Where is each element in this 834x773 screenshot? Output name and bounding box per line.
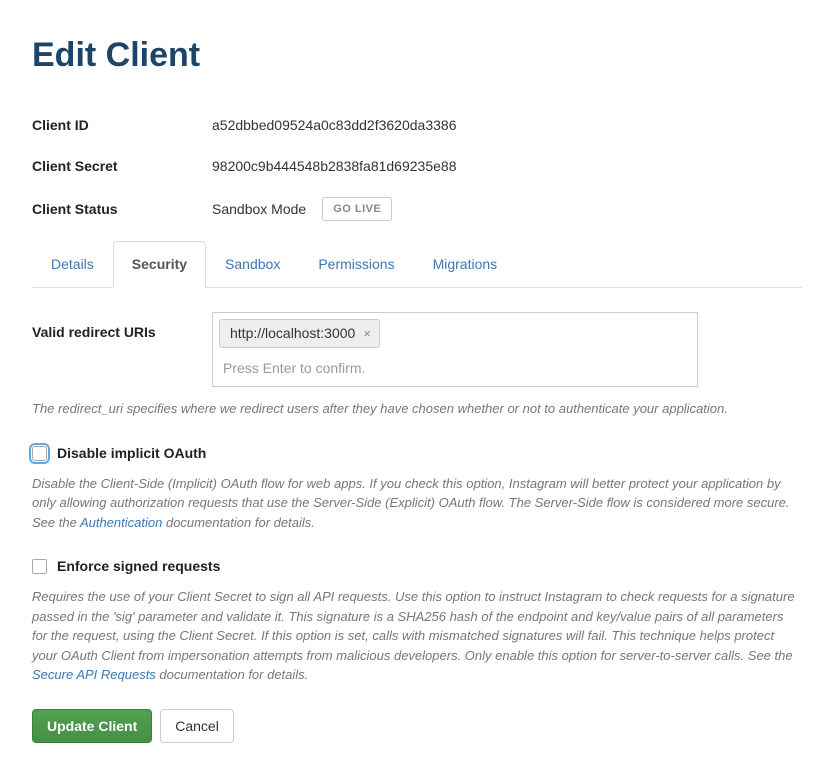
disable-oauth-help-text: Disable the Client-Side (Implicit) OAuth… xyxy=(32,474,802,533)
client-secret-value: 98200c9b444548b2838fa81d69235e88 xyxy=(212,156,456,177)
redirect-uri-tag: http://localhost:3000 × xyxy=(219,319,380,348)
redirect-uri-input[interactable] xyxy=(219,354,691,384)
close-icon[interactable]: × xyxy=(361,324,373,344)
disable-oauth-row: Disable implicit OAuth xyxy=(32,443,802,464)
enforce-signed-checkbox[interactable] xyxy=(32,559,47,574)
tab-permissions[interactable]: Permissions xyxy=(299,241,413,288)
enforce-signed-help-text: Requires the use of your Client Secret t… xyxy=(32,587,802,685)
disable-oauth-checkbox[interactable] xyxy=(32,446,47,461)
secure-api-link[interactable]: Secure API Requests xyxy=(32,667,156,682)
button-row: Update Client Cancel xyxy=(32,709,802,743)
cancel-button[interactable]: Cancel xyxy=(160,709,234,743)
enforce-signed-row: Enforce signed requests xyxy=(32,556,802,577)
client-id-label: Client ID xyxy=(32,115,212,136)
client-status-label: Client Status xyxy=(32,199,212,220)
enforce-signed-label: Enforce signed requests xyxy=(57,556,220,577)
client-secret-row: Client Secret 98200c9b444548b2838fa81d69… xyxy=(32,156,802,177)
client-status-row: Client Status Sandbox Mode GO LIVE xyxy=(32,197,802,221)
disable-oauth-label: Disable implicit OAuth xyxy=(57,443,206,464)
redirect-uris-label: Valid redirect URIs xyxy=(32,312,212,343)
page-title: Edit Client xyxy=(32,30,802,81)
redirect-uri-tag-text: http://localhost:3000 xyxy=(230,323,355,344)
authentication-link[interactable]: Authentication xyxy=(80,515,162,530)
update-client-button[interactable]: Update Client xyxy=(32,709,152,743)
tab-sandbox[interactable]: Sandbox xyxy=(206,241,299,288)
tab-details[interactable]: Details xyxy=(32,241,113,288)
client-id-row: Client ID a52dbbed09524a0c83dd2f3620da33… xyxy=(32,115,802,136)
redirect-uris-input-box[interactable]: http://localhost:3000 × xyxy=(212,312,698,387)
go-live-button[interactable]: GO LIVE xyxy=(322,197,392,221)
tab-security[interactable]: Security xyxy=(113,241,206,288)
tabs: Details Security Sandbox Permissions Mig… xyxy=(32,241,802,288)
redirect-help-text: The redirect_uri specifies where we redi… xyxy=(32,399,802,419)
client-secret-label: Client Secret xyxy=(32,156,212,177)
client-id-value: a52dbbed09524a0c83dd2f3620da3386 xyxy=(212,115,456,136)
tab-migrations[interactable]: Migrations xyxy=(414,241,517,288)
redirect-uris-row: Valid redirect URIs http://localhost:300… xyxy=(32,312,802,387)
client-status-value: Sandbox Mode xyxy=(212,199,306,220)
